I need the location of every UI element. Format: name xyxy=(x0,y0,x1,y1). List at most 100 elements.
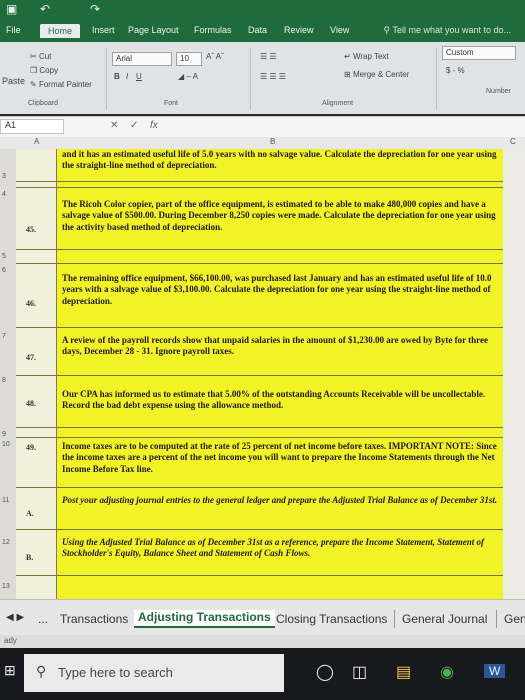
problem-number: 45. xyxy=(26,225,36,234)
row-number[interactable]: 10 xyxy=(2,441,10,448)
row-number[interactable]: 11 xyxy=(2,497,9,504)
row-number[interactable]: 3 xyxy=(2,173,6,180)
underline-button[interactable]: U xyxy=(136,72,142,81)
copy-label: Copy xyxy=(39,66,59,75)
ribbon-separator xyxy=(250,48,251,110)
file-explorer-icon[interactable]: ▤ xyxy=(396,662,411,682)
wrap-text-button[interactable]: ↵ Wrap Text xyxy=(344,52,389,61)
formula-bar: A1 ✕ ✓ fx xyxy=(0,116,525,138)
function-icon[interactable]: fx xyxy=(150,120,158,131)
row-number[interactable]: 7 xyxy=(2,333,6,340)
title-bar: ▣ ↶ ↷ xyxy=(0,0,525,22)
font-group-label: Font xyxy=(164,100,179,107)
tab-file[interactable]: File xyxy=(6,25,21,35)
enter-icon[interactable]: ✓ xyxy=(130,120,138,131)
tab-review[interactable]: Review xyxy=(284,25,314,35)
fill-color-icon[interactable]: ◢ – A xyxy=(178,72,198,81)
row-divider xyxy=(16,181,503,182)
tab-separator xyxy=(496,610,497,628)
row-number[interactable]: 12 xyxy=(2,539,10,546)
row-divider xyxy=(16,249,503,250)
format-painter-button[interactable]: ✎ Format Painter xyxy=(30,80,92,89)
problem-text[interactable]: A review of the payroll records show tha… xyxy=(62,335,498,358)
tell-me-text: Tell me what you want to do... xyxy=(392,25,511,35)
cancel-icon[interactable]: ✕ xyxy=(110,120,118,131)
sheet-tab-bar: ◀ ▶ ... Transactions Adjusting Transacti… xyxy=(0,599,525,636)
column-c-cells[interactable] xyxy=(503,149,525,599)
save-icon[interactable]: ▣ xyxy=(6,2,17,16)
row-number[interactable]: 6 xyxy=(2,267,6,274)
problem-number: B. xyxy=(26,553,34,562)
tab-insert[interactable]: Insert xyxy=(92,25,115,35)
alignment-group-label: Alignment xyxy=(322,100,354,107)
sheet-tab-adjusting-transactions[interactable]: Adjusting Transactions xyxy=(134,610,275,628)
windows-start-icon[interactable]: ⊞ xyxy=(4,662,16,679)
problem-number: 48. xyxy=(26,399,36,408)
search-placeholder: Type here to search xyxy=(58,665,173,680)
bold-button[interactable]: B xyxy=(114,72,120,81)
status-bar: ady xyxy=(0,635,525,648)
row-number[interactable]: 13 xyxy=(2,583,10,590)
taskbar-search[interactable]: ⚲ Type here to search xyxy=(24,654,284,692)
tab-formulas[interactable]: Formulas xyxy=(194,25,232,35)
sheet-tab-closing-transactions[interactable]: Closing Transactions xyxy=(276,612,387,626)
row-divider xyxy=(16,529,503,530)
tell-me-search[interactable]: ⚲ Tell me what you want to do... xyxy=(384,25,512,36)
status-text: ady xyxy=(4,636,17,645)
merge-center-button[interactable]: ⊞ Merge & Center xyxy=(344,70,409,79)
problem-text[interactable]: The Ricoh Color copier, part of the offi… xyxy=(62,199,498,233)
row-number[interactable]: 5 xyxy=(2,253,6,260)
search-icon: ⚲ xyxy=(36,663,47,679)
tab-data[interactable]: Data xyxy=(248,25,267,35)
font-size-select[interactable]: 10 xyxy=(176,52,202,66)
column-a-cells[interactable] xyxy=(16,149,57,599)
problem-text[interactable]: Our CPA has informed us to estimate that… xyxy=(62,389,498,412)
more-sheets-button[interactable]: ... xyxy=(38,612,48,626)
name-box[interactable]: A1 xyxy=(0,119,64,134)
prev-sheet-icon[interactable]: ◀ ▶ xyxy=(6,612,24,623)
taskbar: ⊞ ⚲ Type here to search ◯ ◫ ▤ ◉ W xyxy=(0,648,525,700)
paste-button[interactable]: Paste xyxy=(2,76,25,86)
instruction-text[interactable]: Using the Adjusted Trial Balance as of D… xyxy=(62,537,498,560)
tab-page-layout[interactable]: Page Layout xyxy=(128,25,179,35)
cortana-icon[interactable]: ◯ xyxy=(316,662,334,682)
column-header-a[interactable]: A xyxy=(34,137,39,146)
chrome-icon[interactable]: ◉ xyxy=(440,662,454,682)
tab-view[interactable]: View xyxy=(330,25,349,35)
ribbon-separator xyxy=(106,48,107,110)
copy-button[interactable]: ❐ Copy xyxy=(30,66,58,75)
problem-number: 46. xyxy=(26,299,36,308)
problem-text[interactable]: and it has an estimated useful life of 5… xyxy=(62,149,498,172)
problem-number: 47. xyxy=(26,353,36,362)
undo-icon[interactable]: ↶ xyxy=(40,2,50,16)
task-view-icon[interactable]: ◫ xyxy=(352,662,367,682)
grow-font-icon[interactable]: Aˆ Aˇ xyxy=(206,52,224,61)
number-format-select[interactable]: Custom xyxy=(442,46,516,60)
cut-button[interactable]: ✂ Cut xyxy=(30,52,51,61)
align-left-icon[interactable]: ☰ ☰ ☰ xyxy=(260,72,286,81)
tab-separator xyxy=(394,610,395,628)
instruction-text[interactable]: Post your adjusting journal entries to t… xyxy=(62,495,498,506)
row-headers: 3 4 5 6 7 8 9 10 11 12 13 xyxy=(0,149,17,599)
italic-button[interactable]: I xyxy=(126,72,128,81)
redo-icon[interactable]: ↷ xyxy=(90,2,100,16)
row-number[interactable]: 9 xyxy=(2,431,6,438)
column-header-b[interactable]: B xyxy=(270,137,275,146)
currency-button[interactable]: $ - % xyxy=(446,66,465,75)
word-icon[interactable]: W xyxy=(484,664,506,678)
align-top-icon[interactable]: ☰ ☰ xyxy=(260,52,277,61)
tab-home[interactable]: Home xyxy=(40,24,81,38)
worksheet[interactable]: 3 4 5 6 7 8 9 10 11 12 13 and it has an … xyxy=(0,149,525,599)
sheet-tab-gen[interactable]: Gen xyxy=(504,612,525,626)
sheet-tab-general-journal[interactable]: General Journal xyxy=(402,612,487,626)
row-number[interactable]: 4 xyxy=(2,191,6,198)
problem-text[interactable]: The remaining office equipment, $66,100.… xyxy=(62,273,498,307)
sheet-tab-transactions[interactable]: Transactions xyxy=(60,612,128,626)
font-name-select[interactable]: Arial xyxy=(112,52,172,66)
problem-number: A. xyxy=(26,509,34,518)
cut-label: Cut xyxy=(38,52,52,61)
problem-text[interactable]: Income taxes are to be computed at the r… xyxy=(62,441,498,475)
row-divider xyxy=(16,375,503,376)
column-header-c[interactable]: C xyxy=(510,137,516,146)
row-number[interactable]: 8 xyxy=(2,377,6,384)
